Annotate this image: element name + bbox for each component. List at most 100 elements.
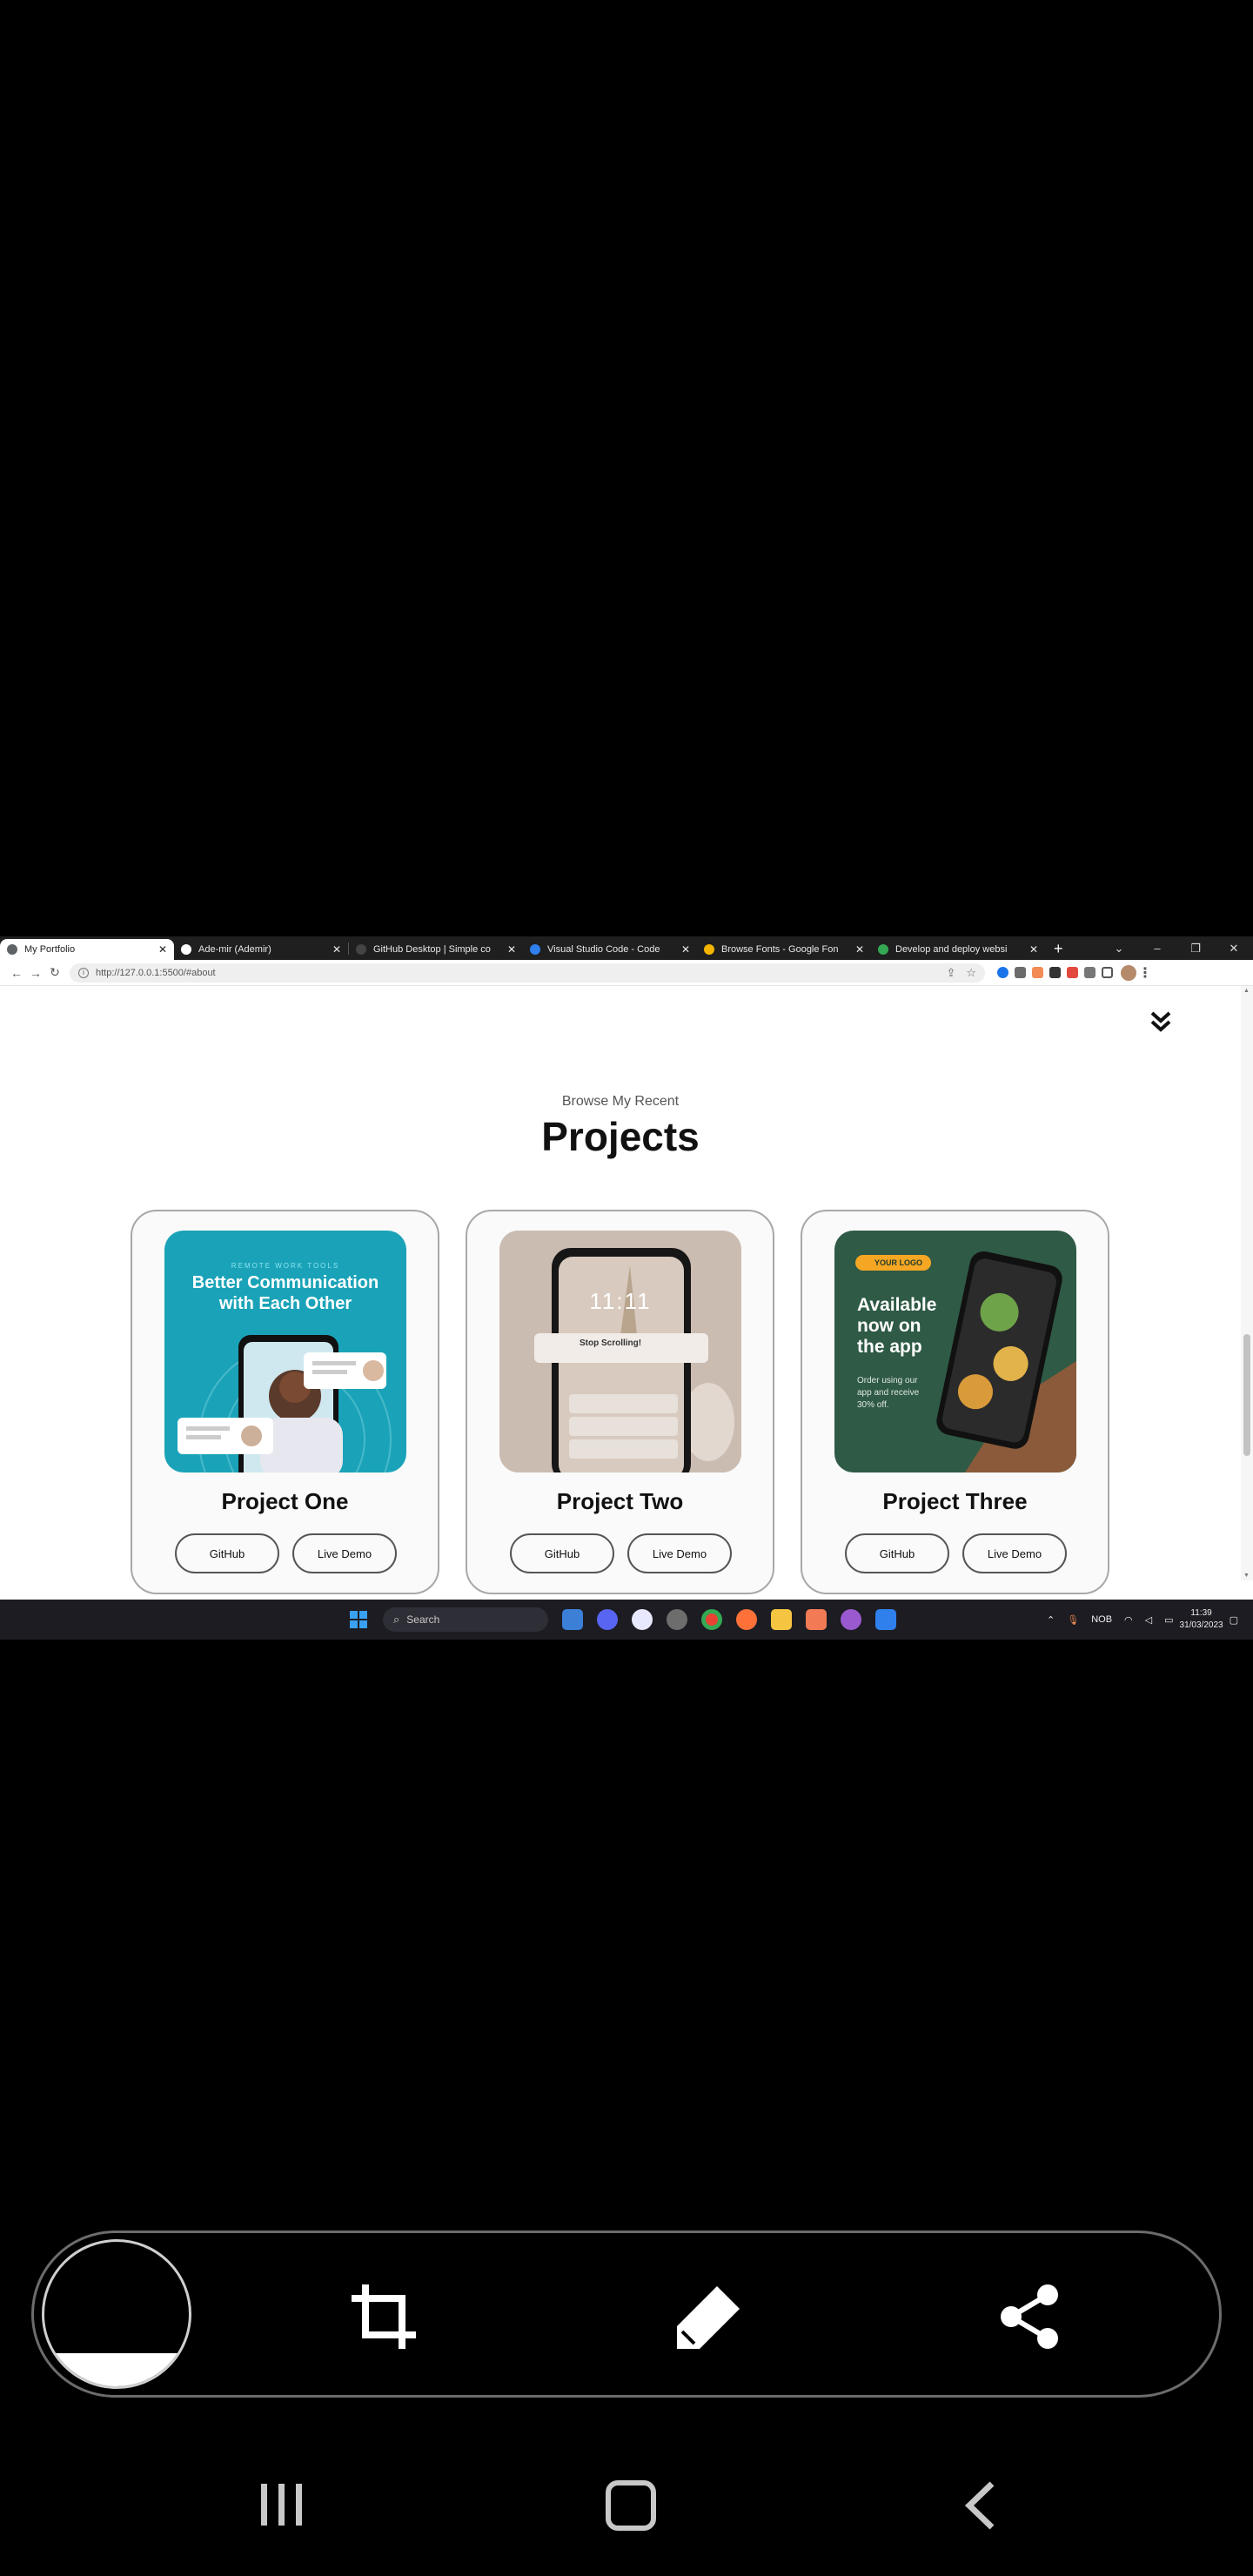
project-card: YOUR LOGO Available now on the app Order… [801,1210,1109,1594]
github-button[interactable]: GitHub [175,1533,279,1573]
pencil-icon[interactable] [673,2283,743,2352]
discord-icon[interactable] [597,1609,618,1630]
double-chevron-down-icon[interactable] [1149,1009,1173,1035]
project-title: Project Three [882,1488,1028,1514]
avatar[interactable] [1121,964,1136,981]
share-page-icon[interactable]: ⇪ [946,966,955,980]
widgets-icon[interactable] [562,1609,583,1630]
page-scrollbar[interactable]: ▲ ▼ [1241,986,1253,1580]
notification-icon[interactable]: ▢ [1230,1614,1238,1626]
windows-start-icon[interactable] [348,1609,369,1630]
menu-icon[interactable]: ⋮ [1136,964,1154,982]
battery-icon[interactable]: ▭ [1164,1614,1173,1626]
tab-github-desktop[interactable]: GitHub Desktop | Simple co ✕ [349,939,523,960]
minimize-icon[interactable]: – [1138,942,1176,955]
tab-deploy[interactable]: Develop and deploy websi ✕ [871,939,1045,960]
forward-icon[interactable]: → [26,966,45,980]
close-icon[interactable]: ✕ [158,943,167,956]
language-indicator[interactable]: NOB [1091,1614,1112,1625]
google-fonts-icon [704,944,714,955]
tab-search-icon[interactable]: ⌄ [1100,942,1138,956]
live-demo-button[interactable]: Live Demo [627,1533,732,1573]
firefox-icon[interactable] [736,1609,757,1630]
chevron-up-icon[interactable]: ⌃ [1047,1614,1055,1626]
tab-google-fonts[interactable]: Browse Fonts - Google Fon ✕ [697,939,871,960]
section-subtitle: Browse My Recent [561,1094,680,1109]
github-desktop-icon[interactable] [841,1609,861,1630]
live-demo-button[interactable]: Live Demo [292,1533,397,1573]
clock[interactable]: 11:39 31/03/2023 [1180,1607,1223,1632]
close-icon[interactable]: ✕ [1029,943,1038,956]
crop-icon[interactable] [350,2283,418,2351]
github-icon [181,944,191,955]
close-icon[interactable]: ✕ [507,943,516,956]
phone-illustration [936,1251,1076,1472]
tab-github-profile[interactable]: Ade-mir (Ademir) ✕ [174,939,348,960]
search-placeholder: Search [406,1613,440,1626]
phone-illustration [178,1335,392,1472]
chat-icon[interactable] [632,1609,653,1630]
image-notice: Stop Scrolling! [580,1338,642,1348]
github-button[interactable]: GitHub [845,1533,949,1573]
live-demo-button[interactable]: Live Demo [962,1533,1067,1573]
bookmark-star-icon[interactable]: ☆ [966,966,976,980]
github-button[interactable]: GitHub [510,1533,614,1573]
side-panel-icon[interactable] [1098,963,1116,983]
project-title: Project One [221,1488,349,1514]
taskbar-apps: ⌕ Search [341,1600,903,1640]
puzzle-icon[interactable] [1081,963,1098,983]
back-icon[interactable]: ← [7,966,26,980]
screen-capture: My Portfolio ✕ Ade-mir (Ademir) ✕ GitHub… [0,936,1253,1640]
back-arrow-icon[interactable] [962,2480,997,2531]
home-button[interactable] [606,2480,656,2531]
tab-my-portfolio[interactable]: My Portfolio ✕ [0,939,174,960]
close-icon[interactable]: ✕ [855,943,864,956]
windows-taskbar: ⌕ Search ⌃ 🎙 NOB ◠ ◁ ▭ 11:39 31/03/2023 [0,1600,1253,1640]
extension-icon[interactable] [1046,963,1063,983]
extension-icon[interactable] [1011,963,1029,983]
system-tray: ⌃ 🎙 NOB ◠ ◁ ▭ 11:39 31/03/2023 ▢ [1041,1600,1244,1640]
restore-icon[interactable]: ❐ [1176,942,1215,956]
search-icon: ⌕ [393,1613,400,1626]
site-info-icon[interactable]: i [78,967,89,978]
close-window-icon[interactable]: ✕ [1215,942,1253,956]
globe-icon [7,944,17,955]
extension-icon[interactable] [994,963,1011,983]
url-text: http://127.0.0.1:5500/#about [96,967,216,978]
scrollbar-thumb[interactable] [1243,1334,1250,1456]
section-title: Projects [541,1114,700,1159]
extension-icon[interactable] [1029,963,1046,983]
new-tab-button[interactable]: + [1045,939,1072,960]
app-icon[interactable] [667,1609,687,1630]
vscode-icon[interactable] [875,1609,896,1630]
tab-label: Browse Fonts - Google Fon [721,944,839,955]
wifi-icon[interactable]: ◠ [1124,1614,1133,1626]
tab-label: Develop and deploy websi [895,944,1008,955]
chrome-icon[interactable] [701,1609,722,1630]
taskbar-search[interactable]: ⌕ Search [383,1607,548,1632]
folder-icon[interactable] [771,1609,792,1630]
github-icon [356,944,366,955]
image-clock: 11:11 [589,1288,652,1314]
recent-apps-icon[interactable] [258,2482,306,2527]
deploy-icon [878,944,888,955]
scroll-down-icon[interactable]: ▼ [1243,1573,1250,1579]
close-icon[interactable]: ✕ [332,943,341,956]
clock-date: 31/03/2023 [1179,1620,1223,1630]
reload-icon[interactable]: ↻ [45,965,64,980]
portfolio-page: Browse My Recent Projects REMOTE WORK TO… [0,986,1241,1594]
address-bar[interactable]: i http://127.0.0.1:5500/#about ⇪ ☆ [70,963,985,983]
browser-tabstrip: My Portfolio ✕ Ade-mir (Ademir) ✕ GitHub… [0,936,1253,960]
project-card: 11:11 Stop Scrolling! Project Two GitHub… [466,1210,774,1594]
phone-illustration [499,1231,741,1472]
extension-icon[interactable] [1063,963,1081,983]
share-icon[interactable] [999,2283,1062,2351]
close-icon[interactable]: ✕ [681,943,690,956]
vscode-icon [530,944,540,955]
scroll-up-icon[interactable]: ▲ [1243,988,1250,994]
tab-vscode[interactable]: Visual Studio Code - Code ✕ [523,939,697,960]
screenshot-thumbnail[interactable] [42,2239,191,2389]
photos-icon[interactable] [806,1609,827,1630]
microphone-icon[interactable]: 🎙 [1067,1614,1079,1626]
volume-icon[interactable]: ◁ [1145,1614,1152,1626]
